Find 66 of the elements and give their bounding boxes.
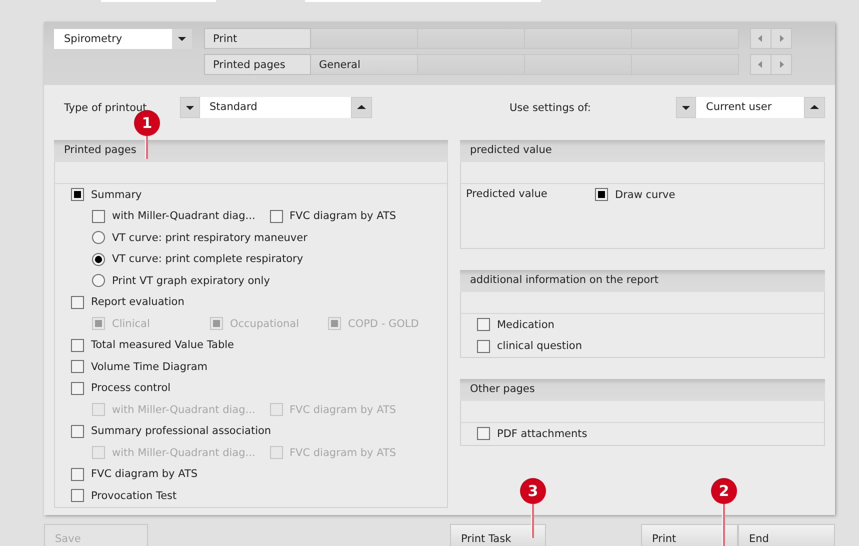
tab[interactable]: Printed pages	[204, 54, 311, 75]
radio-button[interactable]	[92, 231, 105, 244]
field-label: Predicted value	[466, 187, 548, 202]
option-label: clinical question	[497, 340, 582, 352]
checkbox[interactable]	[477, 318, 490, 332]
checkbox[interactable]	[71, 338, 84, 352]
option-label: FVC diagram by ATS	[290, 404, 396, 416]
checkbox[interactable]	[595, 188, 608, 202]
option-label: FVC diagram by ATS	[91, 468, 198, 480]
checkbox[interactable]	[92, 210, 105, 223]
option-label: Summary professional association	[91, 425, 272, 438]
radio-button[interactable]	[92, 274, 105, 288]
tab-scroll-buttons[interactable]	[750, 54, 792, 75]
option-label: Process control	[91, 382, 171, 394]
panel-header: Printed pages	[54, 140, 448, 162]
checkbox[interactable]	[477, 427, 490, 440]
option-label: Draw curve	[615, 188, 676, 201]
option-label: Total measured Value Table	[91, 339, 234, 352]
option-label: Provocation Test	[91, 490, 177, 502]
select-field[interactable]: Spirometry	[54, 28, 172, 48]
option-label: FVC diagram by ATS	[290, 210, 396, 222]
dropdown-button[interactable]	[180, 97, 200, 118]
panel-header: predicted value	[460, 140, 825, 162]
panel-header: Other pages	[460, 379, 825, 401]
option-label: Report evaluation	[91, 296, 184, 308]
checkbox[interactable]	[71, 424, 84, 438]
tab-scroll-buttons[interactable]	[750, 28, 792, 49]
option-label: with Miller-Quadrant diag...	[112, 446, 256, 459]
print-button[interactable]: Print	[641, 524, 738, 546]
option-label: Summary	[91, 188, 142, 201]
checkbox[interactable]	[71, 360, 84, 374]
option-label: Medication	[497, 318, 554, 331]
option-label: FVC diagram by ATS	[290, 446, 396, 459]
checkbox[interactable]	[270, 210, 282, 223]
field-label: Use settings of:	[508, 102, 592, 114]
print-task-button[interactable]: Print Task	[450, 524, 546, 546]
dropdown-button[interactable]	[172, 28, 192, 48]
checkbox[interactable]	[71, 296, 84, 309]
end-button[interactable]: End	[738, 524, 835, 546]
option-label: with Miller-Quadrant diag...	[112, 404, 256, 416]
up-button[interactable]	[350, 97, 372, 118]
option-label: VT curve: print respiratory maneuver	[112, 232, 308, 244]
checkbox[interactable]	[71, 468, 84, 481]
select-field[interactable]: Current user	[696, 97, 804, 118]
tab[interactable]: General	[311, 54, 418, 75]
dropdown-button[interactable]	[676, 97, 696, 118]
option-label: Clinical	[112, 318, 150, 330]
up-button[interactable]	[804, 97, 825, 118]
leader-line	[145, 136, 148, 159]
option-label: Volume Time Diagram	[91, 360, 208, 373]
checkbox[interactable]	[71, 382, 84, 395]
option-label: PDF attachments	[497, 428, 588, 440]
checkbox[interactable]	[71, 489, 84, 502]
option-label: with Miller-Quadrant diag...	[112, 210, 256, 222]
select-field[interactable]: Standard	[200, 97, 350, 118]
option-label: VT curve: print complete respiratory	[112, 253, 304, 266]
leader-line	[722, 504, 725, 546]
radio-button[interactable]	[92, 252, 105, 266]
checkbox[interactable]	[477, 340, 490, 353]
leader-line	[531, 504, 534, 538]
option-label: Print VT graph expiratory only	[112, 274, 270, 287]
panel-header: additional information on the report	[460, 270, 825, 292]
option-label: COPD - GOLD	[348, 318, 419, 330]
tab[interactable]: Print	[204, 28, 311, 49]
checkbox[interactable]	[71, 188, 84, 202]
option-label: Occupational	[230, 318, 300, 330]
